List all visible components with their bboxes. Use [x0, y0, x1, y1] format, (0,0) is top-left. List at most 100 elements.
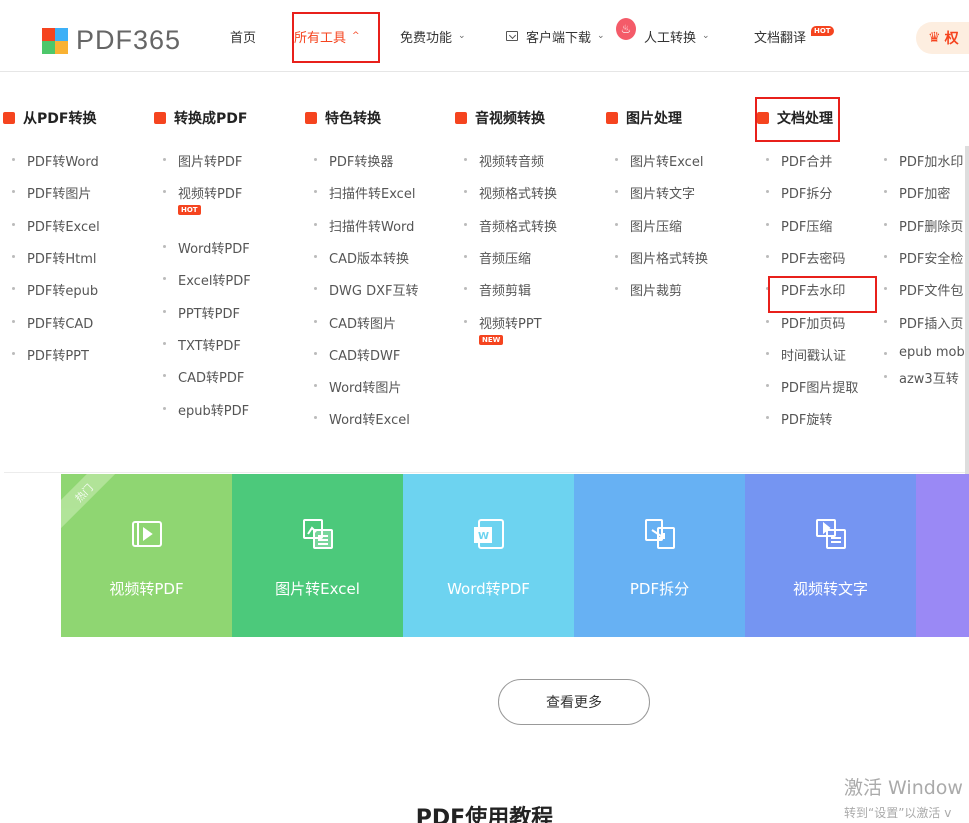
tool-link[interactable]: 音频剪辑: [463, 280, 531, 299]
svg-text:W: W: [478, 531, 489, 542]
tool-link[interactable]: PDF插入页: [883, 313, 963, 332]
tool-link[interactable]: Word转PDF: [163, 238, 250, 257]
tool-link[interactable]: 音频格式转换: [463, 216, 557, 235]
logo-text: PDF365: [76, 25, 182, 55]
tool-link[interactable]: 音频压缩: [463, 248, 531, 267]
tool-link[interactable]: 图片裁剪: [614, 280, 682, 299]
tool-link[interactable]: PDF去密码: [765, 248, 845, 267]
video-to-text-icon: [813, 516, 849, 552]
feature-card[interactable]: 视频转文字: [745, 474, 916, 637]
tool-link[interactable]: PDF图片提取: [765, 377, 858, 396]
video-to-pdf-icon: [129, 516, 165, 552]
column-heading: 音视频转换: [455, 108, 545, 128]
tool-link[interactable]: PDF加水印: [883, 151, 963, 170]
tool-link[interactable]: Word转Excel: [314, 409, 410, 428]
tool-link[interactable]: PDF删除页: [883, 216, 963, 235]
tool-link[interactable]: CAD转DWF: [313, 345, 400, 364]
tool-link[interactable]: PDF转Html: [11, 248, 96, 267]
tool-link[interactable]: TXT转PDF: [163, 335, 241, 354]
tool-link[interactable]: epub mob: [884, 345, 965, 360]
tool-link[interactable]: 图片转Excel: [614, 151, 703, 170]
category-icon: [305, 112, 317, 124]
tool-link[interactable]: PDF加密: [883, 183, 950, 202]
feature-card[interactable]: 热门视频转PDF: [61, 474, 232, 637]
crown-icon: ♛: [928, 30, 941, 46]
tool-link[interactable]: 扫描件转Word: [313, 216, 414, 235]
tool-link[interactable]: PDF转换器: [313, 151, 393, 170]
tool-link[interactable]: Word转图片: [313, 377, 401, 396]
column-heading: 从PDF转换: [3, 108, 96, 128]
nav-client-download[interactable]: 客户端下载 ⌄: [506, 0, 605, 72]
hot-tag: HOT: [178, 205, 201, 216]
tool-link[interactable]: PDF转Word: [12, 151, 99, 170]
word-to-pdf-icon: W: [471, 516, 507, 552]
tool-link[interactable]: PDF旋转: [765, 409, 832, 428]
tool-link[interactable]: 图片转文字: [614, 183, 695, 202]
hot-ribbon: 热门: [61, 474, 126, 535]
tool-link[interactable]: PPT转PDF: [163, 303, 240, 322]
tool-link[interactable]: PDF文件包: [883, 280, 963, 299]
feature-card-label: PDF拆分: [629, 580, 690, 598]
nav-free-features[interactable]: 免费功能 ⌄: [400, 0, 466, 72]
flame-icon: ♨: [616, 18, 636, 40]
nav-doc-translate[interactable]: 文档翻译: [754, 0, 806, 72]
tool-link[interactable]: 时间戳认证: [765, 345, 846, 364]
new-tag: NEW: [479, 334, 504, 345]
tool-link[interactable]: azw3互转: [884, 368, 959, 387]
tutorial-section-title: PDF使用教程: [415, 806, 554, 823]
tool-link[interactable]: PDF转Excel: [12, 216, 100, 235]
tool-link[interactable]: PDF压缩: [765, 216, 832, 235]
remove-watermark-highlight-box: [768, 276, 877, 313]
column-heading: 特色转换: [305, 108, 381, 128]
tool-link[interactable]: PDF转PPT: [12, 345, 89, 364]
feature-card[interactable]: W Word转PDF: [403, 474, 574, 637]
nav-manual-convert[interactable]: 人工转换 ⌄: [644, 0, 710, 72]
hot-badge: HOT: [811, 26, 834, 36]
tool-link[interactable]: CAD转图片: [314, 313, 396, 332]
logo[interactable]: PDF365: [42, 25, 181, 56]
tool-link[interactable]: 扫描件转Excel: [313, 183, 415, 202]
chevron-down-icon: ⌄: [702, 31, 710, 41]
tool-link[interactable]: PDF拆分: [765, 183, 832, 202]
column-heading: 转换成PDF: [154, 108, 247, 128]
feature-card[interactable]: 图片转Excel: [232, 474, 403, 637]
feature-banner: 热门视频转PDF 图片转Excel W Word转PDF PDF拆分 视频转文字: [61, 474, 969, 637]
tool-link[interactable]: 视频格式转换: [463, 183, 557, 202]
category-icon: [154, 112, 166, 124]
view-more-button[interactable]: 查看更多: [498, 679, 650, 725]
category-icon: [606, 112, 618, 124]
tool-link[interactable]: CAD转PDF: [162, 367, 244, 386]
category-icon: [3, 112, 15, 124]
tool-link[interactable]: PDF安全检: [883, 248, 963, 267]
tool-link[interactable]: PDF加页码: [765, 313, 845, 332]
tool-link[interactable]: epub转PDF: [162, 400, 249, 419]
vip-button[interactable]: ♛ 权: [916, 22, 969, 54]
tool-link[interactable]: CAD版本转换: [314, 248, 409, 267]
tool-link[interactable]: 图片转PDF: [162, 151, 242, 170]
tool-link[interactable]: 图片压缩: [614, 216, 682, 235]
image-to-excel-icon: [300, 516, 336, 552]
feature-card-label: 图片转Excel: [275, 580, 360, 598]
tool-link[interactable]: 视频转PDF: [162, 183, 242, 202]
tool-link[interactable]: 视频转音频: [463, 151, 544, 170]
pdf-split-icon: [642, 516, 678, 552]
feature-card[interactable]: PDF拆分: [574, 474, 745, 637]
feature-card-label: 视频转PDF: [109, 580, 184, 598]
feature-card[interactable]: [916, 474, 969, 637]
tool-link[interactable]: PDF转图片: [11, 183, 91, 202]
tool-link[interactable]: Excel转PDF: [163, 270, 251, 289]
feature-card-label: 视频转文字: [792, 580, 868, 598]
feature-card-label: Word转PDF: [447, 580, 530, 598]
scrollbar[interactable]: [965, 146, 969, 486]
tool-link[interactable]: 图片格式转换: [614, 248, 708, 267]
chevron-down-icon: ⌄: [597, 31, 605, 41]
tool-link[interactable]: DWG DXF互转: [313, 280, 418, 299]
tool-link[interactable]: PDF合并: [765, 151, 832, 170]
tool-link[interactable]: PDF转epub: [11, 280, 98, 299]
nav-home[interactable]: 首页: [230, 0, 256, 72]
all-tools-highlight-box: [292, 12, 380, 63]
site-header: PDF365 首页 所有工具 ^ 免费功能 ⌄ 客户端下载 ⌄ 人工转换 ⌄ 文档翻译 …: [0, 0, 969, 72]
windows-activation-watermark: 激活 Window 转到“设置”以激活 ⅴ: [844, 777, 963, 820]
tool-link[interactable]: PDF转CAD: [11, 313, 93, 332]
tool-link[interactable]: 视频转PPT: [464, 313, 542, 332]
